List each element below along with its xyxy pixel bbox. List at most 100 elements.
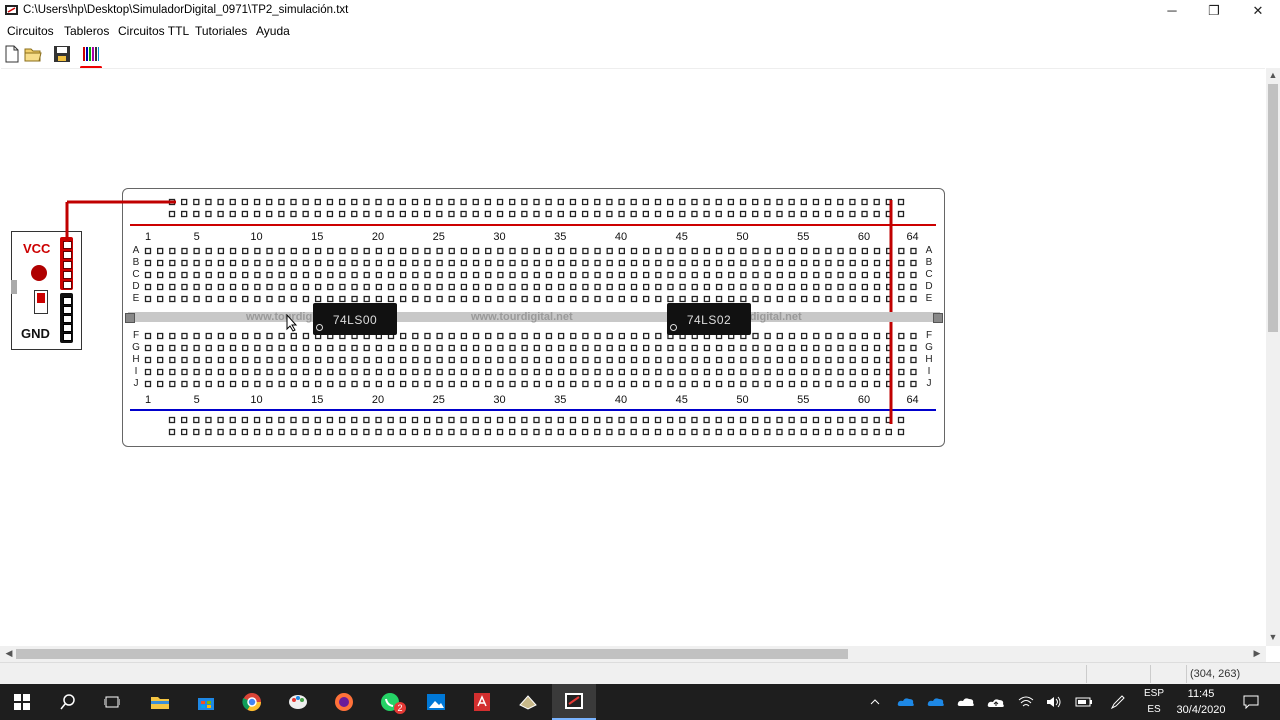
- column-number-bottom-10: 10: [250, 394, 263, 406]
- input-language[interactable]: ESP ES: [1140, 686, 1168, 718]
- chip-74ls02[interactable]: 74LS02: [667, 303, 751, 335]
- cloud-upload-tray[interactable]: [984, 684, 1008, 720]
- firefox-icon: [335, 693, 353, 711]
- cloud-upload-icon: [987, 699, 1004, 707]
- pen-icon: [1110, 695, 1125, 710]
- taskbar-acrobat[interactable]: [460, 684, 504, 720]
- search-button[interactable]: [46, 684, 90, 720]
- cloud-tray[interactable]: [954, 684, 978, 720]
- row-label-right-c: C: [925, 269, 933, 280]
- clock-date: 30/4/2020: [1176, 704, 1226, 716]
- search-icon: [60, 694, 75, 710]
- volume-icon: [1047, 696, 1061, 708]
- column-number-bottom-25: 25: [432, 394, 445, 406]
- column-number-bottom-20: 20: [371, 394, 385, 406]
- taskbar-firefox[interactable]: [322, 684, 366, 720]
- column-number-top-55: 55: [797, 231, 810, 243]
- column-number-bottom-15: 15: [311, 394, 324, 406]
- show-hidden-icons[interactable]: [866, 684, 884, 720]
- clock[interactable]: 11:45 30/4/2020: [1168, 686, 1234, 718]
- row-label-right-d: D: [925, 281, 933, 292]
- pen-workspace-tray[interactable]: [1106, 684, 1130, 720]
- scroll-right-icon[interactable]: ▶: [1250, 648, 1264, 659]
- column-number-top-64: 64: [906, 231, 919, 243]
- taskbar-store[interactable]: [184, 684, 228, 720]
- clock-time: 11:45: [1187, 688, 1215, 700]
- onedrive-icon-2: [927, 698, 944, 706]
- chip-74ls00-notch: [316, 324, 323, 331]
- horizontal-scrollbar[interactable]: ◀ ▶: [0, 646, 1266, 662]
- taskbar: 2 ESP ES 11:45 30/4/2020: [0, 684, 1280, 720]
- chip-74ls00[interactable]: 74LS00: [313, 303, 397, 335]
- onedrive-business-tray[interactable]: [894, 684, 918, 720]
- vertical-scrollbar[interactable]: ▲ ▼: [1266, 68, 1280, 646]
- watermark-2: www.tourdigital.net: [471, 311, 573, 323]
- column-number-top-20: 20: [371, 231, 385, 243]
- taskbar-chrome[interactable]: [230, 684, 274, 720]
- column-number-top-60: 60: [857, 231, 871, 243]
- column-number-top-1: 1: [145, 231, 152, 243]
- row-label-left-f: F: [132, 330, 140, 341]
- channel-end-left: [125, 313, 135, 323]
- cursor-coordinates: (304, 263): [1190, 668, 1241, 680]
- column-number-bottom-55: 55: [797, 394, 810, 406]
- taskbar-whatsapp[interactable]: 2: [368, 684, 412, 720]
- column-number-top-30: 30: [493, 231, 506, 243]
- pdf-icon: [474, 693, 490, 711]
- notification-icon: [1243, 695, 1259, 709]
- start-button[interactable]: [0, 684, 44, 720]
- battery-icon: [1075, 697, 1092, 707]
- taskbar-simulador-digital[interactable]: [552, 684, 596, 720]
- input-language-top: ESP: [1143, 688, 1164, 699]
- chip-74ls00-label: 74LS00: [332, 313, 378, 327]
- taskbar-paint[interactable]: [276, 684, 320, 720]
- wifi-tray[interactable]: [1014, 684, 1038, 720]
- column-number-top-15: 15: [311, 231, 324, 243]
- column-number-top-10: 10: [250, 231, 263, 243]
- task-view-button[interactable]: [90, 684, 134, 720]
- battery-tray[interactable]: [1072, 684, 1096, 720]
- column-number-bottom-60: 60: [857, 394, 871, 406]
- row-label-left-d: D: [132, 281, 140, 292]
- row-label-right-j: J: [926, 378, 932, 389]
- chip-74ls02-label: 74LS02: [686, 313, 732, 327]
- volume-tray[interactable]: [1042, 684, 1066, 720]
- column-number-bottom-30: 30: [493, 394, 506, 406]
- onedrive-tray[interactable]: [924, 684, 948, 720]
- column-number-top-5: 5: [193, 231, 200, 243]
- row-label-right-h: H: [925, 354, 933, 365]
- wifi-icon: [1018, 696, 1034, 707]
- column-number-bottom-64: 64: [906, 394, 919, 406]
- task-view-icon: [104, 696, 120, 708]
- row-label-left-j: J: [133, 378, 139, 389]
- row-label-left-b: B: [132, 257, 140, 268]
- circuit-app-icon: [519, 695, 537, 710]
- row-label-left-c: C: [132, 269, 140, 280]
- row-label-right-i: I: [927, 366, 931, 377]
- column-number-top-45: 45: [675, 231, 688, 243]
- paint-icon: [289, 695, 307, 709]
- row-label-left-a: A: [132, 245, 140, 256]
- row-label-right-g: G: [925, 342, 933, 353]
- horizontal-scroll-thumb[interactable]: [16, 649, 848, 659]
- taskbar-file-explorer[interactable]: [138, 684, 182, 720]
- column-number-bottom-5: 5: [193, 394, 200, 406]
- row-label-right-f: F: [925, 330, 933, 341]
- column-number-bottom-40: 40: [614, 394, 628, 406]
- scroll-left-icon[interactable]: ◀: [2, 648, 16, 659]
- notifications-button[interactable]: [1238, 684, 1264, 720]
- taskbar-photos[interactable]: [414, 684, 458, 720]
- store-icon: [198, 698, 214, 710]
- column-number-top-25: 25: [432, 231, 445, 243]
- row-label-right-a: A: [925, 245, 933, 256]
- scroll-up-icon[interactable]: ▲: [1266, 70, 1280, 80]
- chip-74ls02-notch: [670, 324, 677, 331]
- row-label-left-e: E: [132, 293, 140, 304]
- scroll-down-icon[interactable]: ▼: [1266, 632, 1280, 642]
- column-number-bottom-50: 50: [736, 394, 749, 406]
- taskbar-circuit-app[interactable]: [506, 684, 550, 720]
- folder-icon: [151, 697, 169, 709]
- windows-icon: [14, 694, 30, 710]
- vertical-scroll-thumb[interactable]: [1268, 84, 1278, 332]
- chrome-icon: [242, 693, 261, 712]
